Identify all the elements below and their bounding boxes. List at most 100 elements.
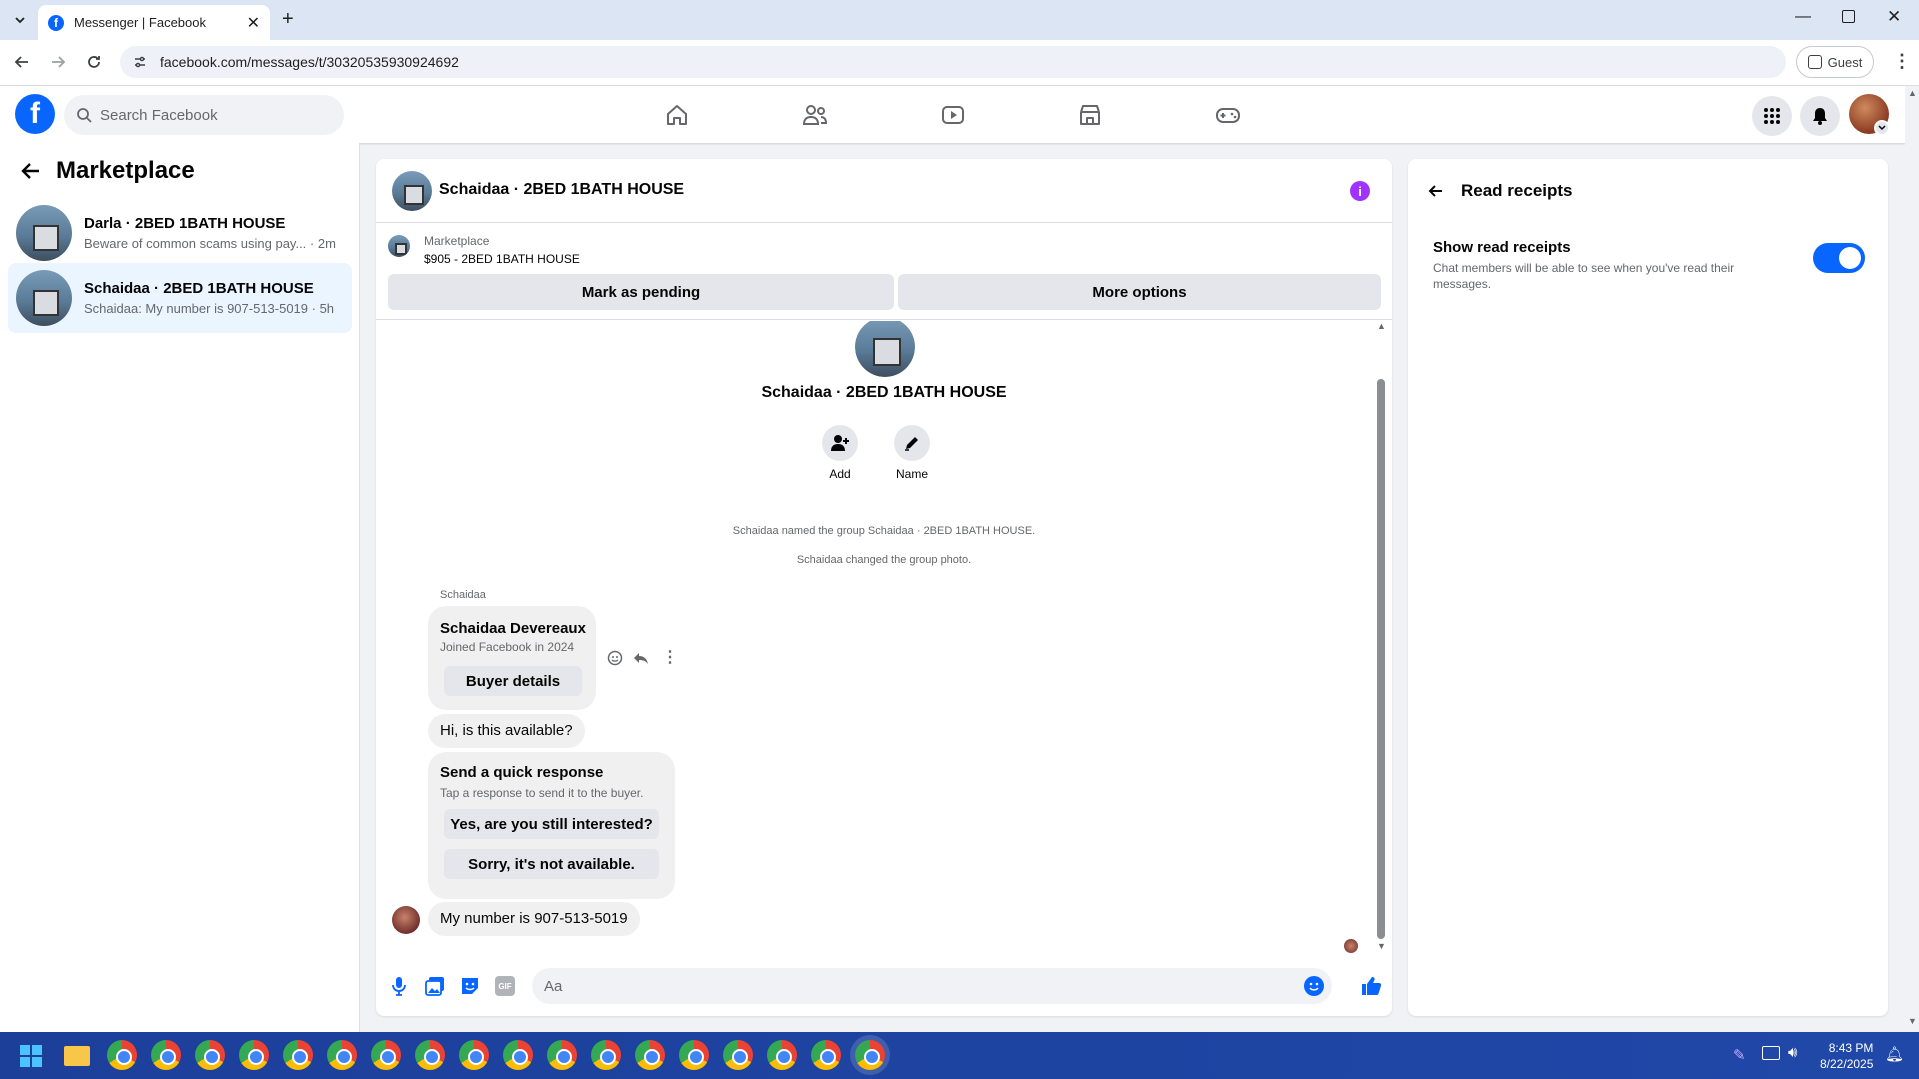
gif-icon[interactable]: GIF xyxy=(495,976,515,996)
more-options-button[interactable]: More options xyxy=(898,274,1381,310)
chrome-icon[interactable] xyxy=(327,1040,357,1070)
sender-name: Schaidaa xyxy=(440,589,486,601)
network-icon[interactable] xyxy=(1762,1046,1780,1060)
file-explorer-icon[interactable] xyxy=(64,1046,90,1066)
chrome-icon[interactable] xyxy=(415,1040,445,1070)
friends-icon[interactable] xyxy=(791,96,839,134)
message-input[interactable]: Aa xyxy=(532,968,1332,1004)
scrollbar[interactable]: ▲ ▼ xyxy=(1376,321,1386,953)
thumbs-up-icon[interactable] xyxy=(1360,975,1382,997)
read-receipts-toggle[interactable] xyxy=(1813,243,1865,273)
chat-panel: Schaidaa · 2BED 1BATH HOUSE i Marketplac… xyxy=(376,159,1392,1016)
chrome-icon[interactable] xyxy=(107,1040,137,1070)
restore-icon[interactable] xyxy=(1842,10,1855,23)
chrome-active-icon[interactable] xyxy=(855,1040,885,1070)
reply-icon[interactable] xyxy=(633,650,649,666)
more-actions-icon[interactable]: ⋮ xyxy=(662,647,678,667)
info-icon[interactable]: i xyxy=(1350,181,1370,201)
back-arrow-icon[interactable] xyxy=(1428,183,1444,199)
site-info-icon[interactable] xyxy=(132,54,148,70)
chrome-icon[interactable] xyxy=(767,1040,797,1070)
gaming-icon[interactable] xyxy=(1204,96,1252,134)
back-arrow-icon[interactable] xyxy=(20,160,42,182)
setting-description: Chat members will be able to see when yo… xyxy=(1433,261,1735,291)
chrome-icon[interactable] xyxy=(723,1040,753,1070)
home-icon[interactable] xyxy=(653,96,701,134)
microphone-icon[interactable] xyxy=(392,976,406,996)
guest-profile-button[interactable]: Guest xyxy=(1796,46,1874,78)
group-name: Schaidaa · 2BED 1BATH HOUSE xyxy=(761,384,1007,401)
menu-grid-icon[interactable] xyxy=(1752,96,1792,136)
group-photo[interactable] xyxy=(855,321,915,377)
minimize-icon[interactable]: — xyxy=(1795,8,1811,26)
add-label: Add xyxy=(829,467,851,481)
tab-list-icon[interactable] xyxy=(8,8,32,32)
new-tab-icon[interactable]: + xyxy=(282,8,294,31)
add-people-button[interactable] xyxy=(822,425,858,461)
chrome-icon[interactable] xyxy=(811,1040,841,1070)
message-text: My number is 907-513-5019 xyxy=(440,910,628,927)
buyer-joined: Joined Facebook in 2024 xyxy=(440,640,575,654)
quick-response-yes-button[interactable]: Yes, are you still interested? xyxy=(444,809,659,839)
pencil-icon xyxy=(905,437,918,451)
divider xyxy=(376,319,1392,320)
emoji-picker-icon[interactable] xyxy=(1304,976,1324,996)
message-composer: GIF Aa xyxy=(376,959,1392,1016)
conversation-item-schaidaa[interactable]: Schaidaa · 2BED 1BATH HOUSE Schaidaa: My… xyxy=(8,263,352,333)
chrome-icon[interactable] xyxy=(195,1040,225,1070)
chrome-icon[interactable] xyxy=(591,1040,621,1070)
system-message: Schaidaa changed the group photo. xyxy=(796,554,972,566)
notification-center-icon[interactable]: 🔔︎ xyxy=(1885,1045,1904,1063)
page-scrollbar[interactable]: ▲ ▼ xyxy=(1905,86,1919,1032)
chrome-icon[interactable] xyxy=(371,1040,401,1070)
photo-attach-icon[interactable] xyxy=(425,976,445,996)
video-icon[interactable] xyxy=(929,96,977,134)
guest-label: Guest xyxy=(1827,54,1863,70)
url-bar[interactable]: facebook.com/messages/t/3032053593092469… xyxy=(120,46,1786,78)
reload-icon[interactable] xyxy=(84,52,104,72)
conversation-item-darla[interactable]: Darla · 2BED 1BATH HOUSE Beware of commo… xyxy=(8,198,352,268)
rename-group-button[interactable] xyxy=(894,425,930,461)
conversation-name: Schaidaa · 2BED 1BATH HOUSE xyxy=(84,280,314,297)
chrome-icon[interactable] xyxy=(239,1040,269,1070)
close-window-icon[interactable]: ✕ xyxy=(1887,7,1901,27)
react-emoji-icon[interactable] xyxy=(607,650,623,666)
sender-avatar[interactable] xyxy=(392,906,420,934)
seen-by-avatar xyxy=(1344,939,1358,953)
marketplace-icon[interactable] xyxy=(1066,96,1114,134)
browser-tab[interactable]: f Messenger | Facebook ✕ xyxy=(38,5,270,40)
notifications-bell-icon[interactable] xyxy=(1800,96,1840,136)
sticker-icon[interactable] xyxy=(460,976,480,996)
chrome-icon[interactable] xyxy=(459,1040,489,1070)
chrome-icon[interactable] xyxy=(151,1040,181,1070)
windows-start-icon[interactable] xyxy=(20,1045,42,1067)
conversation-name: Darla · 2BED 1BATH HOUSE xyxy=(84,215,286,232)
chat-title[interactable]: Schaidaa · 2BED 1BATH HOUSE xyxy=(439,181,684,199)
listing-thumbnail-small xyxy=(388,235,410,257)
search-input[interactable]: Search Facebook xyxy=(64,95,344,135)
facebook-logo-icon[interactable]: f xyxy=(15,94,55,134)
chrome-icon[interactable] xyxy=(547,1040,577,1070)
buyer-details-button[interactable]: Buyer details xyxy=(444,666,582,696)
quick-response-sorry-button[interactable]: Sorry, it's not available. xyxy=(444,849,659,879)
chrome-icon[interactable] xyxy=(283,1040,313,1070)
pen-icon[interactable]: ✎ xyxy=(1733,1046,1746,1064)
facebook-favicon-icon: f xyxy=(48,14,64,31)
forward-icon[interactable] xyxy=(48,52,68,72)
listing-title[interactable]: $905 - 2BED 1BATH HOUSE xyxy=(424,252,580,266)
message-bubble: My number is 907-513-5019 xyxy=(428,902,640,936)
chrome-icon[interactable] xyxy=(679,1040,709,1070)
volume-icon[interactable]: 🔊︎ xyxy=(1788,1044,1797,1061)
mark-as-pending-button[interactable]: Mark as pending xyxy=(388,274,894,310)
chrome-icon[interactable] xyxy=(503,1040,533,1070)
browser-menu-icon[interactable]: ⋮ xyxy=(1893,51,1911,72)
account-chevron-icon[interactable] xyxy=(1874,120,1890,136)
back-icon[interactable] xyxy=(12,52,32,72)
system-message: Schaidaa named the group Schaidaa · 2BED… xyxy=(732,525,1036,537)
close-tab-icon[interactable]: ✕ xyxy=(247,13,260,33)
buyer-name: Schaidaa Devereaux xyxy=(440,620,586,637)
system-clock[interactable]: 8:43 PM 8/22/2025 xyxy=(1820,1040,1873,1072)
chrome-icon[interactable] xyxy=(635,1040,665,1070)
quick-response-title: Send a quick response xyxy=(440,764,604,781)
group-avatar[interactable] xyxy=(392,171,432,211)
